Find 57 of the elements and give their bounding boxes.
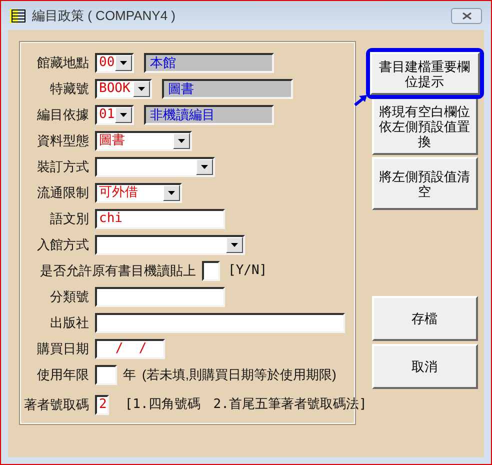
- action-button[interactable]: 書目建檔重要欄位提示: [370, 52, 480, 95]
- field-label: 編目依據: [37, 106, 89, 124]
- dropdown-button[interactable]: [196, 159, 213, 175]
- window-title: 編目政策 ( COMPANY4 ): [32, 6, 176, 25]
- field-label: 分類號: [50, 288, 89, 306]
- unit-label: 年: [123, 366, 136, 384]
- dropdown-field[interactable]: 圖書: [95, 131, 192, 151]
- caret-icon: [138, 87, 145, 91]
- input-field[interactable]: [95, 365, 117, 385]
- field-label: 入館方式: [37, 236, 89, 254]
- close-icon: [462, 12, 472, 20]
- field-label: 語文別: [50, 210, 89, 228]
- dropdown-button[interactable]: [226, 237, 243, 253]
- input-field[interactable]: [95, 287, 225, 307]
- description-field: 圖書: [162, 79, 293, 99]
- hint-text: (若未填,則購買日期等於使用期限): [142, 366, 336, 384]
- dropdown-field[interactable]: BOOK: [95, 79, 152, 99]
- form-icon: [10, 8, 26, 22]
- caret-icon: [168, 191, 175, 195]
- input-field[interactable]: 2: [95, 395, 109, 415]
- field-label: 購買日期: [37, 340, 89, 358]
- caret-icon: [178, 139, 185, 143]
- dropdown-field[interactable]: 可外借: [95, 183, 182, 203]
- field-label: 使用年限: [37, 366, 89, 384]
- dropdown-field[interactable]: [95, 157, 215, 177]
- dropdown-button[interactable]: [163, 185, 180, 201]
- input-field[interactable]: [202, 261, 220, 281]
- field-label: 資料型態: [37, 132, 89, 150]
- input-field[interactable]: chi: [95, 209, 225, 229]
- field-label: 館藏地點: [37, 54, 89, 72]
- caret-icon: [231, 243, 238, 247]
- dropdown-field[interactable]: [95, 235, 245, 255]
- caret-icon: [201, 165, 208, 169]
- field-label: 是否允許原有書目機讀貼上: [39, 262, 196, 280]
- dropdown-button[interactable]: [133, 81, 150, 97]
- field-label: 著者號取碼: [24, 396, 89, 414]
- field-label: 出版社: [50, 314, 89, 332]
- field-label: 流通限制: [37, 184, 89, 202]
- input-field[interactable]: / /: [95, 339, 165, 359]
- input-field[interactable]: [95, 313, 345, 333]
- action-button[interactable]: 將現有空白欄位依左側預設值置換: [372, 97, 478, 155]
- dropdown-button[interactable]: [115, 107, 132, 123]
- caret-icon: [120, 113, 127, 117]
- caret-icon: [120, 61, 127, 65]
- dropdown-field[interactable]: 01: [95, 105, 134, 125]
- description-field: 本館: [144, 53, 274, 73]
- description-field: 非機讀編目: [144, 105, 274, 125]
- save-button[interactable]: 存檔: [372, 296, 478, 341]
- action-button[interactable]: 將左側預設值清空: [372, 157, 478, 210]
- dropdown-field[interactable]: 00: [95, 53, 134, 73]
- field-label: 裝訂方式: [37, 158, 89, 176]
- cancel-button[interactable]: 取消: [372, 344, 478, 389]
- close-button[interactable]: [451, 8, 482, 24]
- field-label: 特藏號: [50, 80, 89, 98]
- dropdown-button[interactable]: [115, 55, 132, 71]
- dropdown-button[interactable]: [173, 133, 190, 149]
- hint-text: [Y/N]: [228, 262, 268, 280]
